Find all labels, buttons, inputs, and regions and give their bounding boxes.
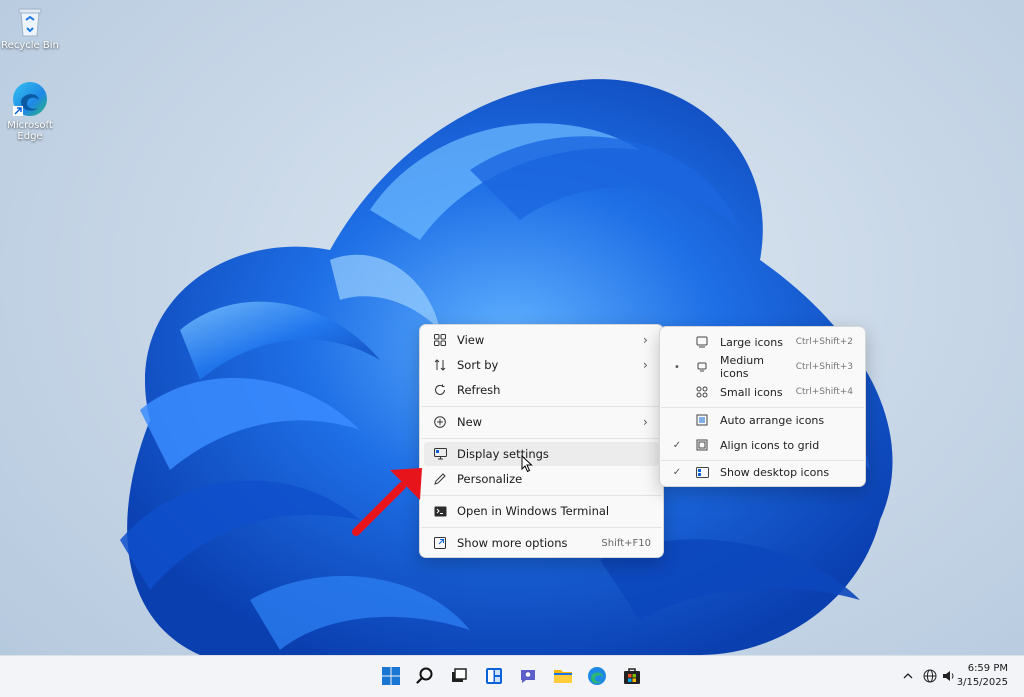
menu-item-show-more-options[interactable]: Show more options Shift+F10 (424, 531, 659, 555)
widgets-button[interactable] (482, 664, 506, 688)
chevron-up-icon (903, 673, 913, 679)
menu-item-label: Open in Windows Terminal (457, 504, 610, 518)
speaker-icon (943, 671, 954, 681)
edge-icon (13, 82, 47, 116)
menu-item-label: New (457, 415, 483, 429)
menu-item-refresh[interactable]: Refresh (424, 378, 659, 402)
start-button[interactable] (379, 664, 403, 688)
submenu-item-label: Small icons (720, 385, 783, 399)
submenu-item-label: Align icons to grid (720, 438, 820, 452)
menu-item-open-terminal[interactable]: Open in Windows Terminal (424, 499, 659, 523)
widgets-icon (486, 668, 502, 684)
search-button[interactable] (413, 664, 437, 688)
edge-icon (588, 667, 606, 685)
volume-button[interactable] (940, 667, 958, 685)
medium-icons-icon (694, 359, 710, 375)
selection-mark: • (674, 361, 680, 373)
chevron-right-icon: › (643, 358, 648, 372)
globe-icon (923, 669, 937, 683)
monitor-icon (432, 446, 448, 462)
submenu-item-label: Auto arrange icons (720, 413, 825, 427)
submenu-item-shortcut: Ctrl+Shift+2 (795, 337, 853, 347)
auto-arrange-icon (694, 412, 710, 428)
submenu-item-show-desktop-icons[interactable]: ✓ Show desktop icons (664, 460, 861, 484)
check-icon: ✓ (672, 466, 682, 478)
taskbar: 6:59 PM 3/15/2025 (0, 655, 1024, 697)
edge-taskbar-button[interactable] (585, 664, 609, 688)
task-view-button[interactable] (447, 664, 471, 688)
desktop-icon-label: Recycle Bin (1, 40, 59, 51)
store-icon (624, 668, 640, 684)
menu-item-display-settings[interactable]: Display settings (424, 442, 659, 466)
clock-date: 3/15/2025 (956, 677, 1008, 688)
recycle-bin-icon (18, 8, 42, 37)
clock[interactable]: 6:59 PM 3/15/2025 (957, 662, 1008, 690)
menu-item-label: Display settings (457, 447, 549, 461)
terminal-icon (432, 503, 448, 519)
submenu-item-label: Show desktop icons (720, 465, 830, 479)
store-button[interactable] (620, 664, 644, 688)
chevron-right-icon: › (643, 415, 648, 429)
menu-item-sort-by[interactable]: Sort by › (424, 353, 659, 377)
submenu-item-shortcut: Ctrl+Shift+4 (795, 387, 853, 397)
submenu-item-small-icons[interactable]: Small icons Ctrl+Shift+4 (664, 380, 861, 404)
submenu-item-medium-icons[interactable]: • Medium icons Ctrl+Shift+3 (664, 354, 861, 380)
small-icons-icon (694, 384, 710, 400)
menu-item-view[interactable]: View › (424, 328, 659, 352)
view-submenu: Large icons Ctrl+Shift+2 • Medium icons … (659, 326, 866, 487)
submenu-item-label: Medium icons (720, 354, 764, 380)
submenu-item-auto-arrange[interactable]: Auto arrange icons (664, 408, 861, 432)
menu-separator (421, 438, 662, 439)
menu-separator (421, 495, 662, 496)
task-view-icon (452, 668, 467, 682)
search-icon (416, 667, 433, 684)
large-icons-icon (694, 334, 710, 350)
chat-button[interactable] (516, 664, 540, 688)
menu-item-label: Personalize (457, 472, 523, 486)
network-button[interactable] (921, 667, 939, 685)
menu-item-new[interactable]: New › (424, 410, 659, 434)
menu-separator (421, 527, 662, 528)
plus-circle-icon (432, 414, 448, 430)
menu-item-label: Refresh (457, 383, 501, 397)
pen-icon (432, 471, 448, 487)
menu-item-shortcut: Shift+F10 (601, 537, 651, 549)
check-icon: ✓ (672, 439, 682, 451)
file-explorer-icon (554, 670, 572, 683)
submenu-item-large-icons[interactable]: Large icons Ctrl+Shift+2 (664, 330, 861, 354)
submenu-item-label: Large icons (720, 335, 783, 349)
desktop-icon-recycle-bin[interactable]: Recycle Bin (0, 6, 60, 51)
desktop-icon-microsoft-edge[interactable]: Microsoft Edge (0, 80, 60, 142)
expand-icon (432, 535, 448, 551)
file-explorer-button[interactable] (551, 664, 575, 688)
menu-item-label: Sort by (457, 358, 499, 372)
menu-separator (421, 406, 662, 407)
chevron-right-icon: › (643, 333, 648, 347)
desktop-icon-label: Microsoft Edge (7, 120, 53, 142)
refresh-icon (432, 382, 448, 398)
submenu-item-shortcut: Ctrl+Shift+3 (795, 362, 853, 372)
menu-item-label: View (457, 333, 485, 347)
sort-icon (432, 357, 448, 373)
menu-item-label: Show more options (457, 536, 568, 550)
desktop-context-menu: View › Sort by › Refresh New › Display s… (419, 324, 664, 558)
menu-item-personalize[interactable]: Personalize (424, 467, 659, 491)
start-icon (382, 667, 400, 685)
align-grid-icon (694, 437, 710, 453)
submenu-item-align-to-grid[interactable]: ✓ Align icons to grid (664, 433, 861, 457)
clock-time: 6:59 PM (967, 663, 1008, 674)
chat-icon (521, 670, 535, 683)
annotation-arrow-icon (352, 468, 422, 536)
show-hidden-icons-button[interactable] (899, 667, 917, 685)
mouse-pointer-icon (521, 455, 533, 473)
desktop-icons-icon (694, 464, 710, 480)
grid-icon (432, 332, 448, 348)
